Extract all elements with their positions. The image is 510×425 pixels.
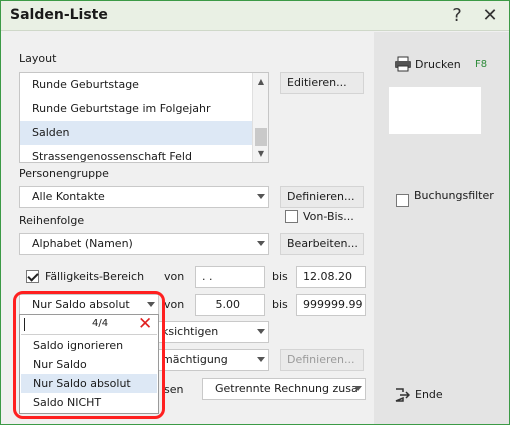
layout-label: Layout [19, 52, 57, 65]
ende-button[interactable]: Ende [415, 388, 443, 401]
faelligkeit-bis-label: bis [272, 270, 288, 283]
personengruppe-label: Personengruppe [19, 167, 109, 180]
faelligkeit-label: Fälligkeits-Bereich [45, 270, 145, 283]
reihenfolge-value: Alphabet (Namen) [32, 237, 133, 250]
layout-listbox[interactable]: Runde Geburtstage Runde Geburtstage im F… [19, 72, 269, 163]
personengruppe-value: Alle Kontakte [32, 190, 105, 203]
printer-icon[interactable] [394, 56, 412, 72]
von-bis-checkbox[interactable] [285, 210, 298, 223]
exit-icon[interactable] [394, 388, 411, 402]
layout-item[interactable]: Runde Geburtstage [20, 73, 252, 97]
faelligkeit-bis-input[interactable]: 12.08.20 [296, 266, 366, 288]
chevron-down-icon [257, 194, 265, 199]
buchungsfilter-checkbox[interactable] [396, 194, 409, 207]
window-title: Salden-Liste [10, 7, 108, 23]
beruecksichtigen-value: ksichtigen [162, 325, 219, 338]
beruecksichtigen-combo[interactable]: ksichtigen [151, 321, 269, 343]
scroll-up-icon[interactable]: ▲ [256, 77, 266, 87]
chevron-down-icon [257, 329, 265, 334]
rechnung-label-partial: sen [164, 383, 184, 396]
faelligkeit-von-label: von [164, 270, 185, 283]
ermaechtigung-combo[interactable]: mächtigung [151, 349, 269, 371]
reihenfolge-label: Reihenfolge [19, 214, 85, 227]
preview-box [389, 87, 481, 134]
chevron-down-icon [354, 386, 362, 391]
close-icon[interactable]: ✕ [477, 4, 503, 28]
rechnung-combo[interactable]: Getrennte Rechnung zusa [202, 378, 366, 400]
ermaechtigung-value: mächtigung [162, 353, 228, 366]
saldo-bis-label: bis [272, 298, 288, 311]
saldo-bis-input[interactable]: 999999.99 [296, 294, 366, 316]
salden-liste-window: Salden-Liste ? ✕ Layout Runde Geburtstag… [0, 0, 510, 425]
von-bis-label: Von-Bis... [303, 210, 354, 223]
rechnung-value: Getrennte Rechnung zusa [215, 382, 358, 395]
definieren-button-disabled[interactable]: Definieren... [280, 349, 364, 371]
scroll-down-icon[interactable]: ▼ [256, 149, 266, 159]
editieren-button[interactable]: Editieren... [280, 72, 364, 94]
drucken-button[interactable]: Drucken [415, 58, 461, 71]
layout-item[interactable]: Runde Geburtstage im Folgejahr [20, 97, 252, 121]
faelligkeit-checkbox[interactable] [26, 270, 39, 283]
chevron-down-icon [257, 357, 265, 362]
right-action-panel: Drucken F8 Buchungsfilter Ende [374, 32, 509, 424]
faelligkeit-von-input[interactable]: . . [195, 266, 265, 288]
scroll-thumb[interactable] [255, 128, 267, 146]
buchungsfilter-label: Buchungsfilter [414, 189, 494, 202]
title-bar: Salden-Liste ? ✕ [1, 1, 509, 31]
saldo-von-input[interactable]: 5.00 [195, 294, 265, 316]
chevron-down-icon [257, 241, 265, 246]
saldo-von-label: von [164, 298, 185, 311]
reihenfolge-combo[interactable]: Alphabet (Namen) [19, 233, 269, 255]
layout-item[interactable]: Strassengenossenschaft Feld [20, 145, 252, 162]
print-shortcut: F8 [475, 59, 488, 70]
definieren-button[interactable]: Definieren... [280, 186, 364, 208]
personengruppe-combo[interactable]: Alle Kontakte [19, 186, 269, 208]
red-highlight-annotation [13, 291, 165, 419]
help-icon[interactable]: ? [444, 4, 470, 28]
layout-scrollbar[interactable]: ▲ ▼ [252, 73, 268, 162]
layout-item-selected[interactable]: Salden [20, 121, 252, 145]
bearbeiten-button[interactable]: Bearbeiten... [280, 233, 364, 255]
